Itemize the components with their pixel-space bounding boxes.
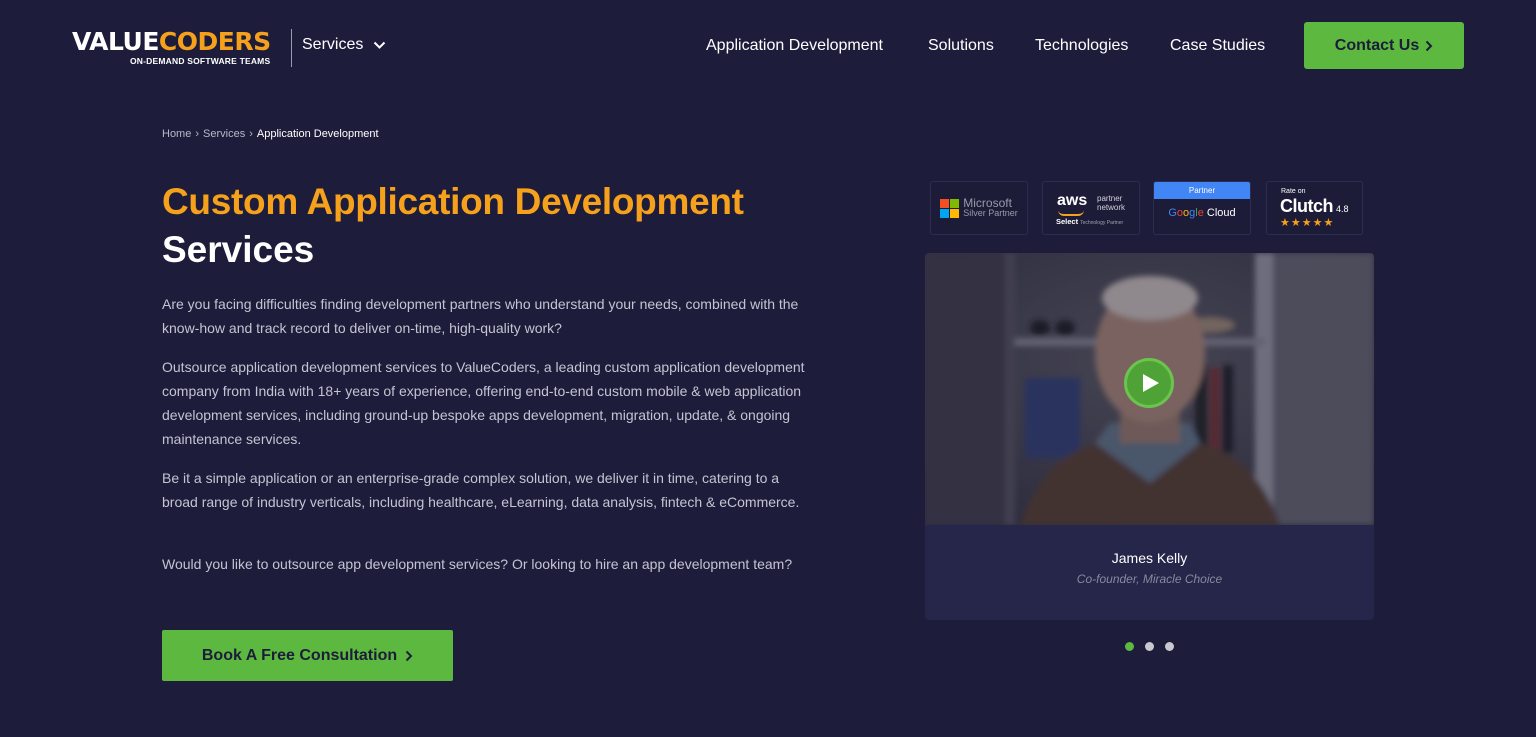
microsoft-logo-icon <box>940 198 960 218</box>
star-rating-icon: ★★★★★ <box>1280 217 1335 229</box>
carousel-dot-1[interactable] <box>1125 642 1134 651</box>
clutch-rate-on-label: Rate on <box>1281 188 1306 195</box>
testimonial-card: James Kelly Co-founder, Miracle Choice <box>925 253 1374 620</box>
chevron-right-icon <box>1426 40 1433 51</box>
contact-us-button[interactable]: Contact Us <box>1304 22 1464 69</box>
aws-partner-badge: aws partner network Select Technology Pa… <box>1042 181 1140 235</box>
aws-logo: aws <box>1057 192 1088 209</box>
site-header: VALUECODERS ON-DEMAND SOFTWARE TEAMS Ser… <box>0 0 1536 92</box>
chevron-right-icon <box>405 650 413 661</box>
aws-select-tier: Select Technology Partner <box>1056 217 1124 226</box>
services-dropdown-label: Services <box>302 36 364 53</box>
hero-paragraph-4: Would you like to outsource app developm… <box>162 556 793 572</box>
breadcrumb-home[interactable]: Home <box>162 128 191 140</box>
google-cloud-logo: Google Cloud <box>1168 207 1236 219</box>
google-partner-label: Partner <box>1154 182 1250 199</box>
nav-case-studies[interactable]: Case Studies <box>1170 37 1265 55</box>
aws-partner-network-text: partner network <box>1097 194 1126 212</box>
testimonial-video[interactable] <box>925 253 1374 525</box>
nav-solutions[interactable]: Solutions <box>928 37 994 55</box>
book-consultation-button[interactable]: Book A Free Consultation <box>162 630 453 681</box>
aws-smile-icon <box>1058 210 1084 216</box>
contact-us-label: Contact Us <box>1334 36 1420 54</box>
services-dropdown[interactable]: Services <box>302 36 386 54</box>
nav-application-development[interactable]: Application Development <box>706 37 883 55</box>
clutch-rating-badge[interactable]: Rate on Clutch 4.8 ★★★★★ <box>1266 181 1363 235</box>
play-button[interactable] <box>1124 358 1174 408</box>
breadcrumb-separator-icon: › <box>249 128 253 140</box>
hero-paragraph-1: Are you facing difficulties finding deve… <box>162 296 799 336</box>
breadcrumb: Home › Services › Application Developmen… <box>162 128 379 140</box>
breadcrumb-services[interactable]: Services <box>203 128 245 140</box>
hero-title-highlight: Custom Application Development <box>162 181 744 222</box>
hero-paragraph-3: Be it a simple application or an enterpr… <box>162 470 800 510</box>
play-icon <box>1143 374 1159 392</box>
nav-technologies[interactable]: Technologies <box>1035 37 1128 55</box>
logo-wordmark: VALUECODERS <box>72 27 271 56</box>
chevron-down-icon <box>374 41 386 49</box>
carousel-dots <box>1125 642 1174 651</box>
breadcrumb-current: Application Development <box>256 128 379 140</box>
microsoft-badge-line1: Microsoft <box>963 196 1012 210</box>
testimonial-person-role: Co-founder, Miracle Choice <box>1076 572 1223 586</box>
carousel-dot-2[interactable] <box>1145 642 1154 651</box>
testimonial-person-name: James Kelly <box>1111 550 1188 566</box>
hero-paragraph-2: Outsource application development servic… <box>162 359 805 447</box>
valuecoders-logo[interactable]: VALUECODERS ON-DEMAND SOFTWARE TEAMS <box>72 27 282 67</box>
microsoft-badge-line2: Silver Partner <box>963 208 1018 218</box>
clutch-logo: Clutch <box>1280 196 1334 216</box>
book-consultation-label: Book A Free Consultation <box>201 646 398 664</box>
logo-tagline: ON-DEMAND SOFTWARE TEAMS <box>130 56 271 66</box>
clutch-score: 4.8 <box>1336 204 1349 214</box>
logo-divider <box>291 29 292 67</box>
breadcrumb-separator-icon: › <box>195 128 200 140</box>
microsoft-partner-badge: Microsoft Silver Partner <box>930 181 1028 235</box>
hero-title-rest: Services <box>162 229 315 270</box>
carousel-dot-3[interactable] <box>1165 642 1174 651</box>
google-cloud-partner-badge: Partner Google Cloud <box>1153 181 1251 235</box>
